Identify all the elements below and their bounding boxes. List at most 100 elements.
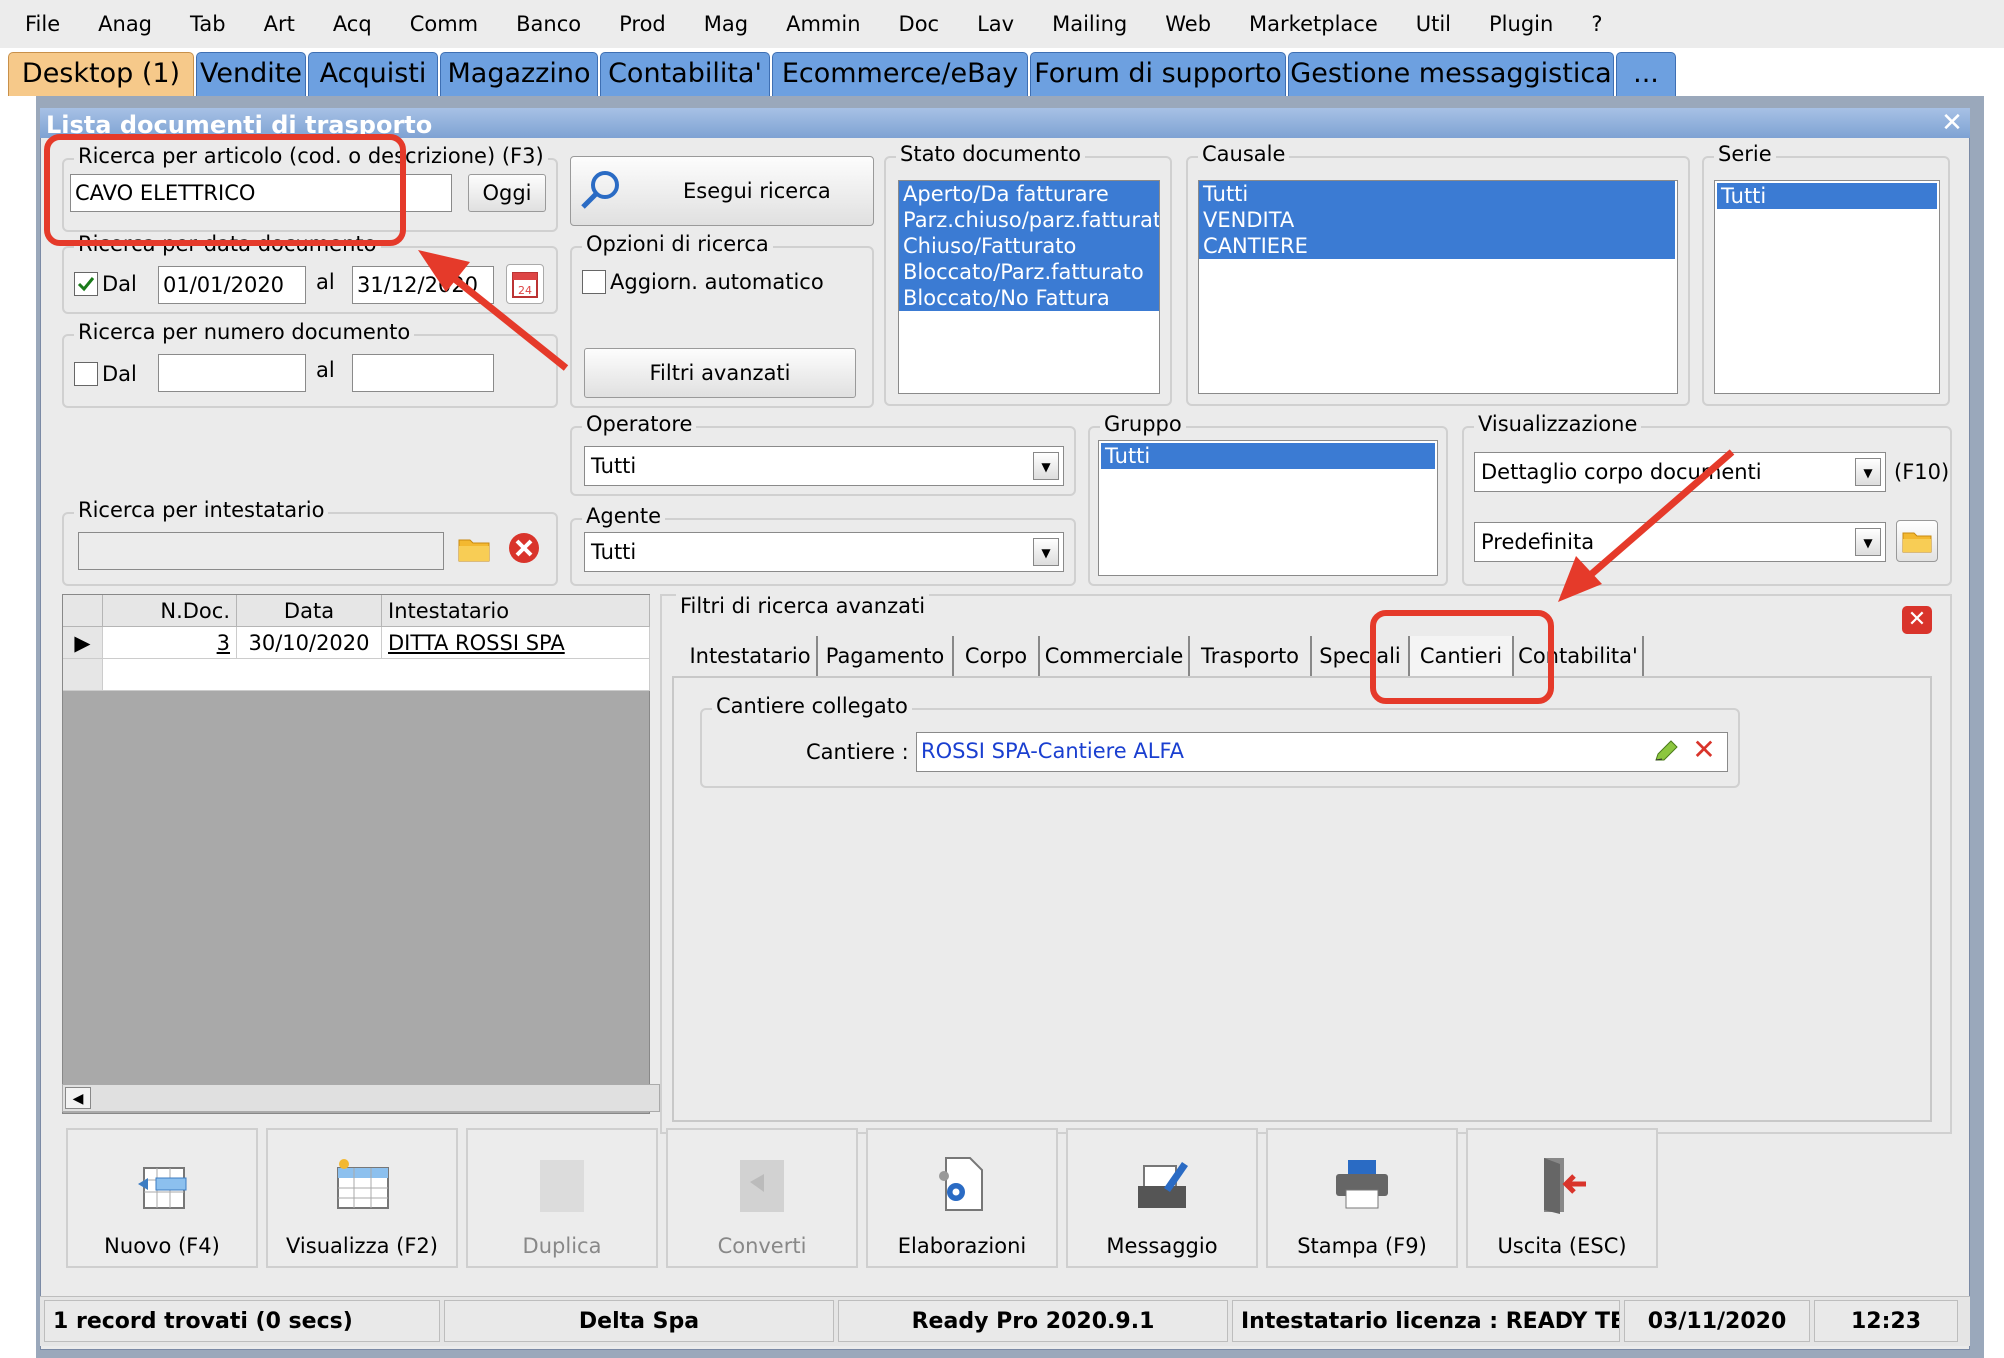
convert-icon bbox=[740, 1160, 784, 1212]
menu-mailing[interactable]: Mailing bbox=[1033, 0, 1146, 48]
chevron-down-icon[interactable]: ▼ bbox=[1855, 458, 1881, 486]
date-to-input[interactable]: 31/12/2020 bbox=[352, 266, 494, 304]
causale-item[interactable]: VENDITA bbox=[1199, 207, 1675, 233]
tab-pagamento[interactable]: Pagamento bbox=[818, 636, 954, 676]
menu-prod[interactable]: Prod bbox=[600, 0, 685, 48]
horizontal-scrollbar[interactable]: ◀ bbox=[62, 1084, 660, 1112]
intestatario-input[interactable] bbox=[78, 532, 444, 570]
esegui-ricerca-button[interactable]: Esegui ricerca bbox=[570, 156, 874, 226]
stampa-button[interactable]: Stampa (F9) bbox=[1266, 1128, 1458, 1268]
menu-help[interactable]: ? bbox=[1572, 0, 1621, 48]
visualizzazione-select[interactable]: Dettaglio corpo documenti ▼ bbox=[1474, 452, 1886, 492]
messaggio-button[interactable]: Messaggio bbox=[1066, 1128, 1258, 1268]
folder-icon[interactable] bbox=[1896, 520, 1938, 562]
converti-button[interactable]: Converti bbox=[666, 1128, 858, 1268]
calendar-icon[interactable]: 24 bbox=[506, 264, 544, 304]
table-row-ndoc[interactable]: 3 bbox=[103, 627, 237, 659]
tab-messaggistica[interactable]: Gestione messaggistica bbox=[1288, 52, 1614, 96]
number-from-input[interactable] bbox=[158, 354, 306, 392]
tab-desktop[interactable]: Desktop (1) bbox=[8, 52, 194, 96]
menu-mag[interactable]: Mag bbox=[685, 0, 767, 48]
stato-item[interactable]: Bloccato/Parz.fatturato bbox=[899, 259, 1159, 285]
causale-item[interactable]: Tutti bbox=[1199, 181, 1675, 207]
close-panel-icon[interactable]: ✕ bbox=[1902, 606, 1932, 634]
menu-marketplace[interactable]: Marketplace bbox=[1230, 0, 1397, 48]
oggi-button[interactable]: Oggi bbox=[468, 174, 546, 212]
menu-file[interactable]: File bbox=[6, 0, 79, 48]
tab-ecommerce[interactable]: Ecommerce/eBay bbox=[772, 52, 1028, 96]
chevron-down-icon[interactable]: ▼ bbox=[1033, 538, 1059, 566]
f10-label: (F10) bbox=[1894, 460, 1950, 484]
chevron-down-icon[interactable]: ▼ bbox=[1033, 452, 1059, 480]
grid-corner bbox=[63, 595, 103, 627]
row-pointer-icon[interactable]: ▶ bbox=[63, 627, 103, 659]
menu-web[interactable]: Web bbox=[1146, 0, 1230, 48]
menu-acq[interactable]: Acq bbox=[314, 0, 391, 48]
menu-util[interactable]: Util bbox=[1397, 0, 1470, 48]
stato-item[interactable]: Parz.chiuso/parz.fatturato bbox=[899, 207, 1159, 233]
delete-x-icon[interactable]: ✕ bbox=[1690, 736, 1718, 764]
serie-item[interactable]: Tutti bbox=[1717, 183, 1937, 209]
number-to-input[interactable] bbox=[352, 354, 494, 392]
menu-banco[interactable]: Banco bbox=[497, 0, 600, 48]
serie-list[interactable]: Tutti bbox=[1714, 180, 1940, 394]
stato-item[interactable]: Chiuso/Fatturato bbox=[899, 233, 1159, 259]
grid-header-ndoc[interactable]: N.Doc. bbox=[103, 595, 237, 627]
tab-forum[interactable]: Forum di supporto bbox=[1030, 52, 1286, 96]
nuovo-button[interactable]: Nuovo (F4) bbox=[66, 1128, 258, 1268]
gruppo-list[interactable]: Tutti bbox=[1098, 440, 1438, 576]
tab-corpo[interactable]: Corpo bbox=[954, 636, 1040, 676]
highlight-article-search bbox=[44, 134, 406, 246]
tab-vendite[interactable]: Vendite bbox=[196, 52, 306, 96]
folder-open-icon[interactable] bbox=[456, 530, 492, 566]
grid-header-data[interactable]: Data bbox=[237, 595, 382, 627]
number-from-checkbox[interactable] bbox=[74, 362, 98, 386]
menu-doc[interactable]: Doc bbox=[880, 0, 959, 48]
uscita-button[interactable]: Uscita (ESC) bbox=[1466, 1128, 1658, 1268]
layout-select[interactable]: Predefinita ▼ bbox=[1474, 522, 1886, 562]
menu-lav[interactable]: Lav bbox=[958, 0, 1033, 48]
date-from-input[interactable]: 01/01/2020 bbox=[158, 266, 306, 304]
menu-plugin[interactable]: Plugin bbox=[1470, 0, 1572, 48]
menu-tab[interactable]: Tab bbox=[171, 0, 245, 48]
agente-select[interactable]: Tutti ▼ bbox=[584, 532, 1064, 572]
status-company: Delta Spa bbox=[444, 1300, 834, 1342]
svg-text:24: 24 bbox=[518, 284, 532, 297]
causale-list[interactable]: Tutti VENDITA CANTIERE bbox=[1198, 180, 1678, 394]
tab-trasporto[interactable]: Trasporto bbox=[1190, 636, 1312, 676]
stato-list[interactable]: Aperto/Da fatturare Parz.chiuso/parz.fat… bbox=[898, 180, 1160, 394]
menu-anag[interactable]: Anag bbox=[79, 0, 171, 48]
highlight-cantieri-tab bbox=[1370, 610, 1554, 704]
table-row-empty bbox=[63, 659, 103, 691]
table-row-intestatario[interactable]: DITTA ROSSI SPA bbox=[382, 627, 650, 659]
stato-item[interactable]: Aperto/Da fatturare bbox=[899, 181, 1159, 207]
tab-intestatario[interactable]: Intestatario bbox=[684, 636, 818, 676]
gruppo-item[interactable]: Tutti bbox=[1101, 443, 1435, 469]
aggiorn-checkbox[interactable] bbox=[582, 270, 606, 294]
window-close-button[interactable]: ✕ bbox=[1940, 110, 1964, 136]
tab-more[interactable]: ... bbox=[1616, 52, 1676, 96]
menu-comm[interactable]: Comm bbox=[391, 0, 497, 48]
tab-commerciale[interactable]: Commerciale bbox=[1040, 636, 1190, 676]
group-gruppo-label: Gruppo bbox=[1100, 412, 1186, 436]
date-from-checkbox[interactable] bbox=[74, 272, 98, 296]
tab-acquisti[interactable]: Acquisti bbox=[308, 52, 438, 96]
cantiere-input[interactable]: ROSSI SPA-Cantiere ALFA bbox=[916, 732, 1728, 772]
edit-pencil-icon[interactable] bbox=[1652, 738, 1680, 766]
menu-ammin[interactable]: Ammin bbox=[767, 0, 879, 48]
chevron-down-icon[interactable]: ▼ bbox=[1855, 528, 1881, 556]
menu-art[interactable]: Art bbox=[245, 0, 314, 48]
causale-item[interactable]: CANTIERE bbox=[1199, 233, 1675, 259]
clear-red-icon[interactable] bbox=[506, 530, 542, 566]
scroll-left-icon[interactable]: ◀ bbox=[65, 1087, 91, 1109]
tab-magazzino[interactable]: Magazzino bbox=[440, 52, 598, 96]
operatore-select[interactable]: Tutti ▼ bbox=[584, 446, 1064, 486]
filtri-avanzati-button[interactable]: Filtri avanzati bbox=[584, 348, 856, 398]
visualizza-button[interactable]: Visualizza (F2) bbox=[266, 1128, 458, 1268]
tab-contabilita[interactable]: Contabilita' bbox=[600, 52, 770, 96]
table-row-data[interactable]: 30/10/2020 bbox=[237, 627, 382, 659]
duplica-button[interactable]: Duplica bbox=[466, 1128, 658, 1268]
elaborazioni-button[interactable]: Elaborazioni bbox=[866, 1128, 1058, 1268]
grid-header-intestatario[interactable]: Intestatario bbox=[382, 595, 650, 627]
stato-item[interactable]: Bloccato/No Fattura bbox=[899, 285, 1159, 311]
